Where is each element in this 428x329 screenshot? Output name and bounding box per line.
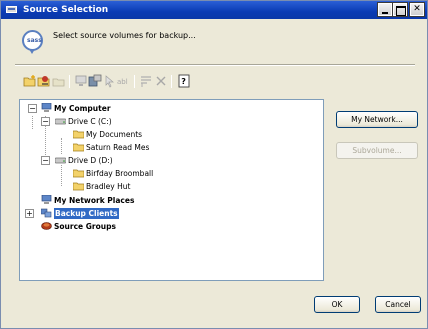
tree-item-label: Bradley Hut xyxy=(86,182,131,191)
svg-text:abl: abl xyxy=(117,78,128,86)
svg-text:?: ? xyxy=(181,77,186,86)
maximize-button[interactable] xyxy=(392,2,408,17)
tree-line xyxy=(61,138,62,154)
app-window-icon xyxy=(6,6,17,13)
minimize-button[interactable] xyxy=(377,2,393,17)
pointer-icon[interactable] xyxy=(103,74,117,88)
expand-toggle[interactable]: + xyxy=(25,209,34,218)
rename-icon[interactable]: abl xyxy=(116,74,130,88)
drive-icon xyxy=(54,116,67,126)
tree-item-label: Drive C (C:) xyxy=(68,117,112,126)
toolbar-separator xyxy=(134,75,135,88)
drive-icon xyxy=(54,155,67,165)
toolbar-separator xyxy=(69,75,70,88)
properties-icon[interactable] xyxy=(88,74,102,88)
open-icon[interactable] xyxy=(37,74,51,88)
header-divider xyxy=(15,64,415,66)
folder-icon xyxy=(72,129,85,139)
ok-button[interactable]: OK xyxy=(314,296,360,313)
tree-item-label: My Documents xyxy=(86,130,143,139)
tree-line xyxy=(32,116,33,129)
collapse-toggle[interactable]: − xyxy=(28,104,37,113)
source-selection-window: Source Selection ✕ sass Select source vo… xyxy=(0,0,428,329)
toolbar: abl ? xyxy=(23,74,223,92)
delete-icon[interactable] xyxy=(154,74,168,88)
close-button[interactable]: ✕ xyxy=(409,2,425,17)
backup-clients-icon xyxy=(40,208,52,218)
speech-bubble-icon: sass xyxy=(22,30,43,54)
filter-icon[interactable] xyxy=(139,74,153,88)
subvolume-button[interactable]: Subvolume... xyxy=(336,142,418,159)
speech-bubble-icon-text: sass xyxy=(27,37,42,44)
collapse-toggle[interactable]: − xyxy=(41,156,50,165)
tree-item-label: Birfday Broomball xyxy=(86,169,154,178)
tree-item-label: Drive D (D:) xyxy=(68,156,113,165)
source-groups-icon xyxy=(41,221,52,231)
window-title: Source Selection xyxy=(23,5,109,15)
tree-line xyxy=(61,165,62,186)
network-places-icon xyxy=(41,194,52,205)
tree-item-label: Backup Clients xyxy=(54,208,119,219)
my-network-button[interactable]: My Network... xyxy=(336,111,418,128)
tree-item-label: My Network Places xyxy=(54,196,135,205)
cancel-button[interactable]: Cancel xyxy=(375,296,421,313)
help-icon[interactable]: ? xyxy=(177,74,191,88)
new-folder-icon[interactable] xyxy=(23,74,37,88)
tree-item-label: Source Groups xyxy=(54,222,116,231)
tree-item-label: Saturn Read Mes xyxy=(86,143,150,152)
computer-icon xyxy=(41,102,52,113)
remove-icon[interactable] xyxy=(52,74,66,88)
toolbar-separator xyxy=(171,75,172,88)
collapse-toggle[interactable]: − xyxy=(41,117,50,126)
title-bar[interactable]: Source Selection ✕ xyxy=(1,1,427,19)
instruction-text: Select source volumes for backup... xyxy=(53,31,196,40)
tree-item-label: My Computer xyxy=(54,104,111,113)
folder-icon xyxy=(72,142,85,152)
network-icon[interactable] xyxy=(74,74,88,88)
folder-icon xyxy=(72,181,85,191)
folder-icon xyxy=(72,168,85,178)
source-volumes-tree[interactable]: − My Computer − Drive C (C:) My Document… xyxy=(19,99,324,281)
